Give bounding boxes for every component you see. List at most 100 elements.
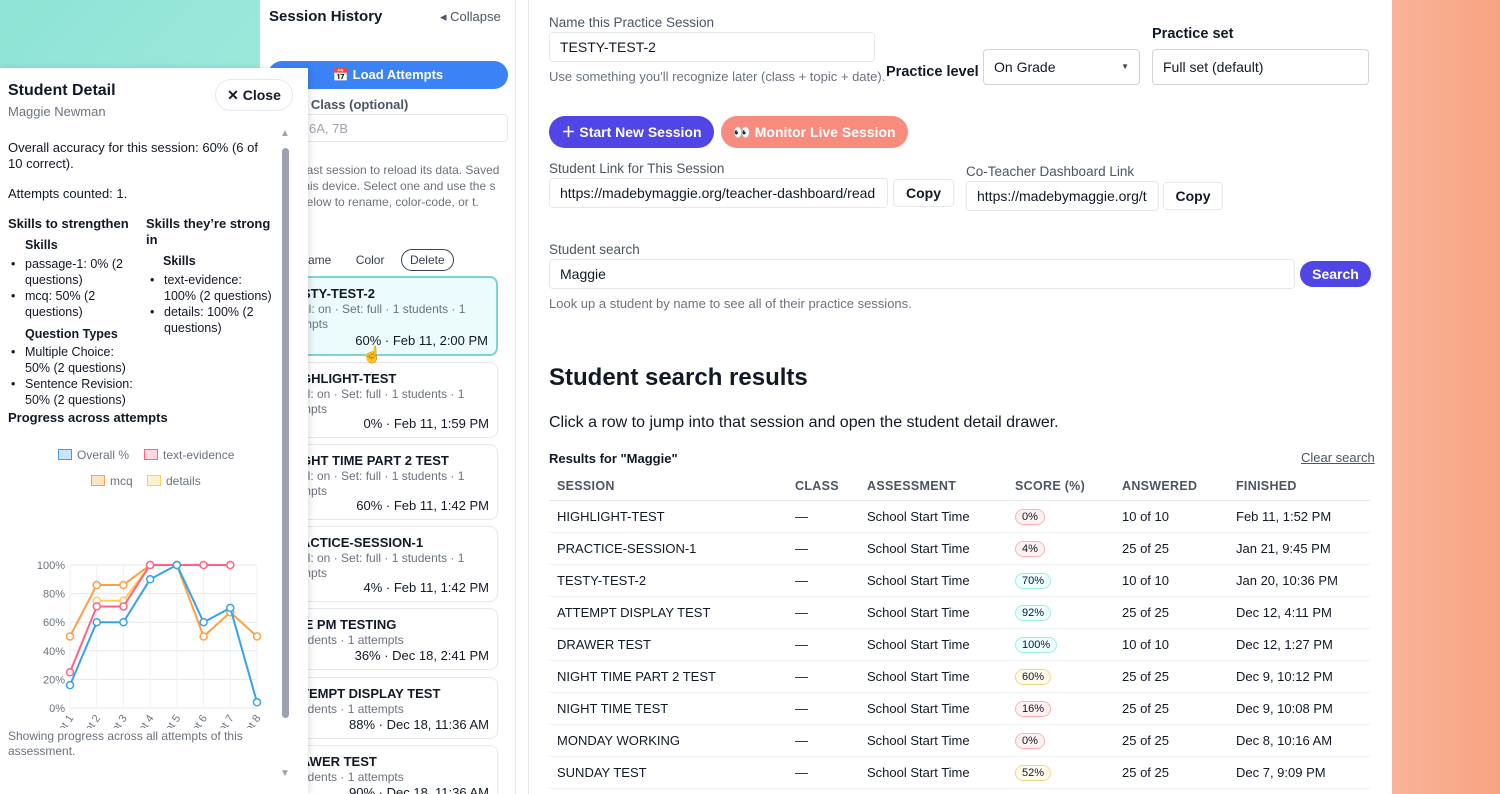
student-search-input[interactable]: Maggie (549, 259, 1295, 289)
delete-button[interactable]: Delete (400, 249, 454, 271)
student-detail-drawer: Student Detail Maggie Newman ✕ Close Ove… (0, 68, 308, 794)
table-cell-session: ATTEMPT DISPLAY TEST (549, 596, 787, 629)
table-row[interactable]: MONDAY WORKING — School Start Time 0% 25 of … (549, 724, 1370, 758)
session-card[interactable]: GHT TIME PART 2 TEST el: on · Set: full ·… (300, 444, 498, 520)
clear-search-link[interactable]: Clear search (1301, 450, 1375, 465)
table-cell-class: — (787, 500, 859, 533)
list-item: passage-1: 0% (2 questions) (11, 256, 135, 288)
data-point (172, 560, 182, 570)
table-cell-answered: 25 of 25 (1114, 596, 1228, 629)
color-button[interactable]: Color (348, 250, 393, 270)
table-cell-finished: Dec 7, 9:09 PM (1228, 756, 1370, 790)
coteacher-link-input[interactable]: https://madebymaggie.org/t (966, 181, 1159, 211)
table-cell-finished: Dec 12, 1:27 PM (1228, 628, 1370, 661)
table-row[interactable]: DRAWER TEST — School Start Time 100% 10 of 1… (549, 628, 1370, 661)
table-row[interactable]: ATTEMPT DISPLAY TEST — School Start Time 92… (549, 596, 1370, 629)
session-card[interactable]: GHLIGHT-TEST el: on · Set: full · 1 stude… (300, 362, 498, 438)
session-card-meta: el: on · Set: full · 1 students · 1 mpts (301, 551, 465, 580)
table-cell-score: 0% (1007, 500, 1114, 533)
table-cell-assessment: School Start Time (859, 596, 1007, 629)
copy-coteacher-link-button[interactable]: Copy (1163, 182, 1223, 210)
results-description: Click a row to jump into that session an… (549, 414, 1059, 431)
session-card[interactable]: AWER TEST udents · 1 attempts 90% · Dec 18… (300, 745, 498, 794)
table-cell-assessment: School Start Time (859, 692, 1007, 726)
table-row[interactable]: TESTY-TEST-2— School Start Time 70% 10 of 1… (549, 564, 1370, 597)
coteacher-link-label: Co-Teacher Dashboard Link (966, 164, 1135, 179)
table-row[interactable]: HIGHLIGHT-TEST — School Start Time 0% 10 of … (549, 500, 1370, 533)
y-tick-label: 0% (49, 703, 65, 715)
page-background-right (1392, 0, 1500, 794)
session-card-name: ACTICE-SESSION-1 (301, 535, 424, 550)
start-session-button[interactable]: ＋ Start New Session (549, 116, 714, 148)
session-card[interactable]: IE PM TESTING udents · 1 attempts 36% · De… (300, 608, 498, 670)
practice-set-label: Practice set (1152, 26, 1234, 42)
list-item: Multiple Choice: 50% (2 questions) (11, 344, 135, 376)
table-row[interactable]: NIGHT TIME PART 2 TEST — School Start Time… (549, 660, 1370, 694)
table-cell-answered: 10 of 10 (1114, 564, 1228, 597)
session-name-input[interactable]: TESTY-TEST-2 (549, 32, 875, 62)
session-card[interactable]: TEMPT DISPLAY TEST udents · 1 attempts 88%… (300, 677, 498, 739)
class-filter-input[interactable]: 6A, 7B (300, 114, 508, 142)
score-badge: 70% (1015, 572, 1052, 589)
data-point (119, 617, 128, 627)
practice-level-select[interactable]: On Grade ▼ (983, 49, 1140, 85)
data-point (119, 580, 128, 590)
data-point (119, 602, 128, 611)
session-card-name: STY-TEST-2 (302, 286, 375, 301)
search-button[interactable]: Search (1300, 261, 1371, 287)
student-link-input[interactable]: https://madebymaggie.org/teacher-dashboa… (549, 178, 888, 208)
column-header: ANSWERED (1114, 472, 1228, 501)
x-tick-label: Attempt 1 (40, 713, 77, 728)
table-cell-session: PRACTICE-SESSION-1 (549, 532, 787, 565)
table-row[interactable]: SUNDAY TEST — School Start Time 52% 25 of 25… (549, 756, 1370, 790)
session-card-score: 36% · Dec 18, 2:41 PM (354, 648, 489, 663)
table-row[interactable]: PRACTICE-SESSION-1— School Start Time 4% 25… (549, 532, 1370, 565)
table-cell-score: 52% (1007, 756, 1114, 790)
list-item: details: 100% (2 questions) (150, 304, 276, 336)
drawer-scrollbar[interactable] (282, 148, 289, 718)
table-cell-score: 60% (1007, 660, 1114, 694)
strengthen-heading: Skills to strengthen (8, 216, 129, 231)
score-badge: 100% (1015, 636, 1058, 653)
y-tick-label: 80% (43, 589, 65, 601)
y-tick-label: 100% (37, 560, 65, 572)
table-cell-session: NIGHT TIME PART 2 TEST (549, 660, 787, 694)
close-drawer-button[interactable]: ✕ Close (215, 79, 293, 111)
legend-text-evidence: text-evidence (144, 448, 234, 462)
session-card-score: 88% · Dec 18, 11:36 AM (349, 717, 489, 732)
data-point (199, 617, 208, 627)
table-cell-finished: Jan 21, 9:45 PM (1228, 532, 1370, 565)
scroll-up-icon[interactable]: ▲ (280, 128, 290, 139)
score-badge: 60% (1015, 669, 1052, 686)
session-card-score: 90% · Dec 18, 11:36 AM (349, 785, 489, 794)
table-cell-answered: 25 of 25 (1114, 692, 1228, 726)
table-cell-answered: 25 of 25 (1114, 660, 1228, 694)
session-card[interactable]: STY-TEST-2 el: on · Set: full · 1 student… (300, 276, 498, 356)
table-cell-finished: Dec 12, 4:11 PM (1228, 596, 1370, 629)
history-help-text: past session to reload its data. Saved t… (300, 163, 500, 209)
session-card-name: GHLIGHT-TEST (301, 371, 397, 386)
column-header: SCORE (%) (1007, 472, 1114, 501)
session-name-label: Name this Practice Session (549, 15, 715, 30)
table-cell-class: — (787, 532, 859, 565)
session-card[interactable]: ACTICE-SESSION-1 el: on · Set: full · 1 s… (300, 526, 498, 602)
collapse-button[interactable]: ◂ Collapse (440, 9, 501, 25)
copy-student-link-button[interactable]: Copy (893, 179, 954, 207)
list-item: mcq: 50% (2 questions) (11, 288, 135, 320)
table-cell-score: 100% (1007, 628, 1114, 661)
monitor-session-button[interactable]: 👀 Monitor Live Session (721, 116, 908, 148)
practice-set-select[interactable]: Full set (default) (1152, 49, 1369, 85)
column-header: SESSION (549, 472, 787, 501)
data-point (92, 580, 101, 590)
table-cell-session: TESTY-TEST-2 (549, 564, 787, 597)
student-name: Maggie Newman (8, 104, 106, 119)
table-row[interactable]: NIGHT TIME TEST — School Start Time 16% 25 o… (549, 692, 1370, 726)
session-card-name: GHT TIME PART 2 TEST (301, 453, 449, 468)
attempts-count: Attempts counted: 1. (8, 186, 128, 201)
accuracy-summary: Overall accuracy for this session: 60% (… (8, 140, 258, 171)
data-point (145, 560, 155, 570)
list-item: Sentence Revision: 50% (2 questions) (11, 376, 135, 408)
monitor-session-label: Monitor Live Session (754, 124, 896, 140)
scroll-down-icon[interactable]: ▼ (280, 768, 290, 779)
session-card-score: 4% · Feb 11, 1:42 PM (363, 580, 490, 595)
